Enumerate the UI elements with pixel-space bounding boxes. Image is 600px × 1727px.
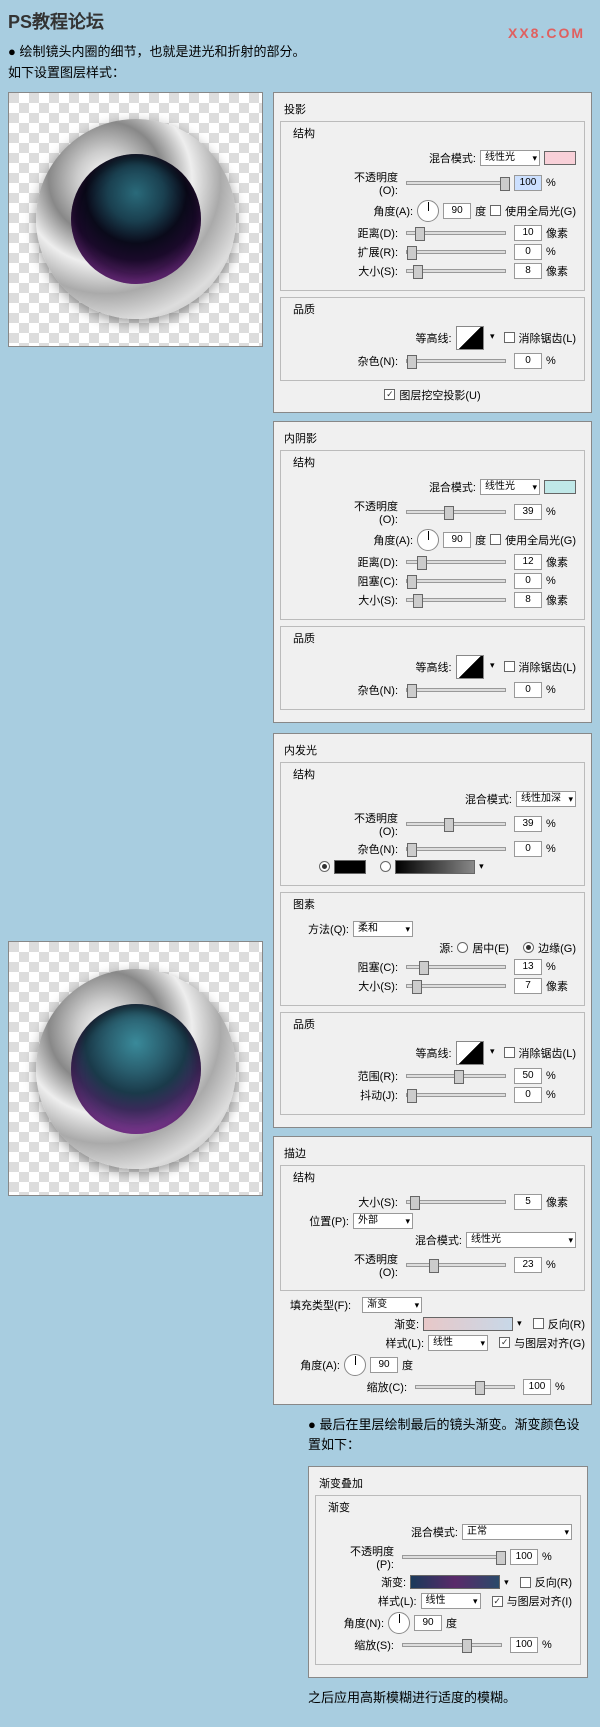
global-light-checkbox[interactable] <box>490 534 501 545</box>
size-input[interactable]: 7 <box>514 978 542 994</box>
choke-slider[interactable] <box>406 579 506 583</box>
blend-select[interactable]: 线性光 <box>480 150 540 166</box>
size-slider[interactable] <box>406 269 506 273</box>
style-select[interactable]: 线性 <box>428 1335 488 1351</box>
opacity-input[interactable]: 39 <box>514 504 542 520</box>
distance-slider[interactable] <box>406 560 506 564</box>
panel-inner-shadow: 内阴影 结构 混合模式:线性光 不透明度(O):39% 角度(A):90度使用全… <box>273 421 592 723</box>
size-input[interactable]: 8 <box>514 263 542 279</box>
outro-text-1: ● 最后在里层绘制最后的镜头渐变。渐变颜色设置如下： <box>308 1415 592 1457</box>
watermark: XX8.COM <box>508 25 585 41</box>
distance-input[interactable]: 12 <box>514 554 542 570</box>
tutorial-row-1: 投影 结构 混合模式:线性光 不透明度(O):100% 角度(A):90度使用全… <box>8 92 592 723</box>
blend-select[interactable]: 线性加深 <box>516 791 576 807</box>
opacity-slider[interactable] <box>402 1555 502 1559</box>
reverse-checkbox[interactable] <box>533 1318 544 1329</box>
distance-slider[interactable] <box>406 231 506 235</box>
range-slider[interactable] <box>406 1074 506 1078</box>
jitter-input[interactable]: 0 <box>514 1087 542 1103</box>
choke-input[interactable]: 13 <box>514 959 542 975</box>
size-slider[interactable] <box>406 984 506 988</box>
preview-image-2 <box>8 941 263 1196</box>
angle-dial[interactable] <box>417 529 439 551</box>
antialias-checkbox[interactable] <box>504 661 515 672</box>
antialias-checkbox[interactable] <box>504 332 515 343</box>
gradient-radio[interactable] <box>380 861 391 872</box>
contour-picker[interactable] <box>456 655 484 679</box>
angle-input[interactable]: 90 <box>443 532 471 548</box>
noise-slider[interactable] <box>406 688 506 692</box>
panel-gradient-overlay: 渐变叠加 渐变 混合模式:正常 不透明度(P):100% 渐变:▾ 反向(R) … <box>308 1466 588 1678</box>
angle-dial[interactable] <box>344 1354 366 1376</box>
panel-title: 投影 <box>284 101 585 117</box>
opacity-input[interactable]: 100 <box>514 175 542 191</box>
blend-select[interactable]: 线性光 <box>480 479 540 495</box>
jitter-slider[interactable] <box>406 1093 506 1097</box>
noise-slider[interactable] <box>406 847 506 851</box>
contour-picker[interactable] <box>456 326 484 350</box>
source-center-radio[interactable] <box>457 942 468 953</box>
reverse-checkbox[interactable] <box>520 1577 531 1588</box>
opacity-slider[interactable] <box>406 1263 506 1267</box>
gradient-picker[interactable] <box>395 860 475 874</box>
preview-image-1 <box>8 92 263 347</box>
opacity-input[interactable]: 23 <box>514 1257 542 1273</box>
angle-input[interactable]: 90 <box>370 1357 398 1373</box>
global-light-checkbox[interactable] <box>490 205 501 216</box>
choke-input[interactable]: 0 <box>514 573 542 589</box>
color-swatch[interactable] <box>544 480 576 494</box>
size-slider[interactable] <box>406 598 506 602</box>
align-checkbox[interactable] <box>499 1337 510 1348</box>
method-select[interactable]: 柔和 <box>353 921 413 937</box>
angle-input[interactable]: 90 <box>443 203 471 219</box>
panel-stroke: 描边 结构 大小(S):5像素 位置(P):外部 混合模式:线性光 不透明度(O… <box>273 1136 592 1405</box>
contour-picker[interactable] <box>456 1041 484 1065</box>
angle-dial[interactable] <box>388 1612 410 1634</box>
opacity-slider[interactable] <box>406 822 506 826</box>
scale-slider[interactable] <box>402 1643 502 1647</box>
knockout-checkbox[interactable] <box>384 389 395 400</box>
size-input[interactable]: 5 <box>514 1194 542 1210</box>
noise-slider[interactable] <box>406 359 506 363</box>
opacity-slider[interactable] <box>406 181 506 185</box>
color-swatch[interactable] <box>544 151 576 165</box>
panel-drop-shadow: 投影 结构 混合模式:线性光 不透明度(O):100% 角度(A):90度使用全… <box>273 92 592 413</box>
tutorial-row-2: 内发光 结构 混合模式:线性加深 不透明度(O):39% 杂色(N):0% ▾ … <box>8 733 592 1405</box>
antialias-checkbox[interactable] <box>504 1047 515 1058</box>
choke-slider[interactable] <box>406 965 506 969</box>
color-swatch[interactable] <box>334 860 366 874</box>
size-input[interactable]: 8 <box>514 592 542 608</box>
source-edge-radio[interactable] <box>523 942 534 953</box>
panel-inner-glow: 内发光 结构 混合模式:线性加深 不透明度(O):39% 杂色(N):0% ▾ … <box>273 733 592 1128</box>
spread-slider[interactable] <box>406 250 506 254</box>
opacity-input[interactable]: 39 <box>514 816 542 832</box>
gradient-picker[interactable] <box>410 1575 500 1589</box>
scale-input[interactable]: 100 <box>523 1379 551 1395</box>
noise-input[interactable]: 0 <box>514 841 542 857</box>
page-title: PS教程论坛 <box>8 8 592 34</box>
intro-text: ● 绘制镜头内圈的细节，也就是进光和折射的部分。如下设置图层样式： <box>8 42 592 84</box>
blend-select[interactable]: 线性光 <box>466 1232 576 1248</box>
opacity-slider[interactable] <box>406 510 506 514</box>
scale-input[interactable]: 100 <box>510 1637 538 1653</box>
style-select[interactable]: 线性 <box>421 1593 481 1609</box>
gradient-picker[interactable] <box>423 1317 513 1331</box>
outro-text-2: 之后应用高斯模糊进行适度的模糊。 <box>308 1688 592 1709</box>
opacity-input[interactable]: 100 <box>510 1549 538 1565</box>
distance-input[interactable]: 10 <box>514 225 542 241</box>
noise-input[interactable]: 0 <box>514 353 542 369</box>
angle-dial[interactable] <box>417 200 439 222</box>
spread-input[interactable]: 0 <box>514 244 542 260</box>
align-checkbox[interactable] <box>492 1596 503 1607</box>
angle-input[interactable]: 90 <box>414 1615 442 1631</box>
blend-select[interactable]: 正常 <box>462 1524 572 1540</box>
scale-slider[interactable] <box>415 1385 515 1389</box>
noise-input[interactable]: 0 <box>514 682 542 698</box>
color-radio[interactable] <box>319 861 330 872</box>
range-input[interactable]: 50 <box>514 1068 542 1084</box>
fill-type-select[interactable]: 渐变 <box>362 1297 422 1313</box>
size-slider[interactable] <box>406 1200 506 1204</box>
position-select[interactable]: 外部 <box>353 1213 413 1229</box>
